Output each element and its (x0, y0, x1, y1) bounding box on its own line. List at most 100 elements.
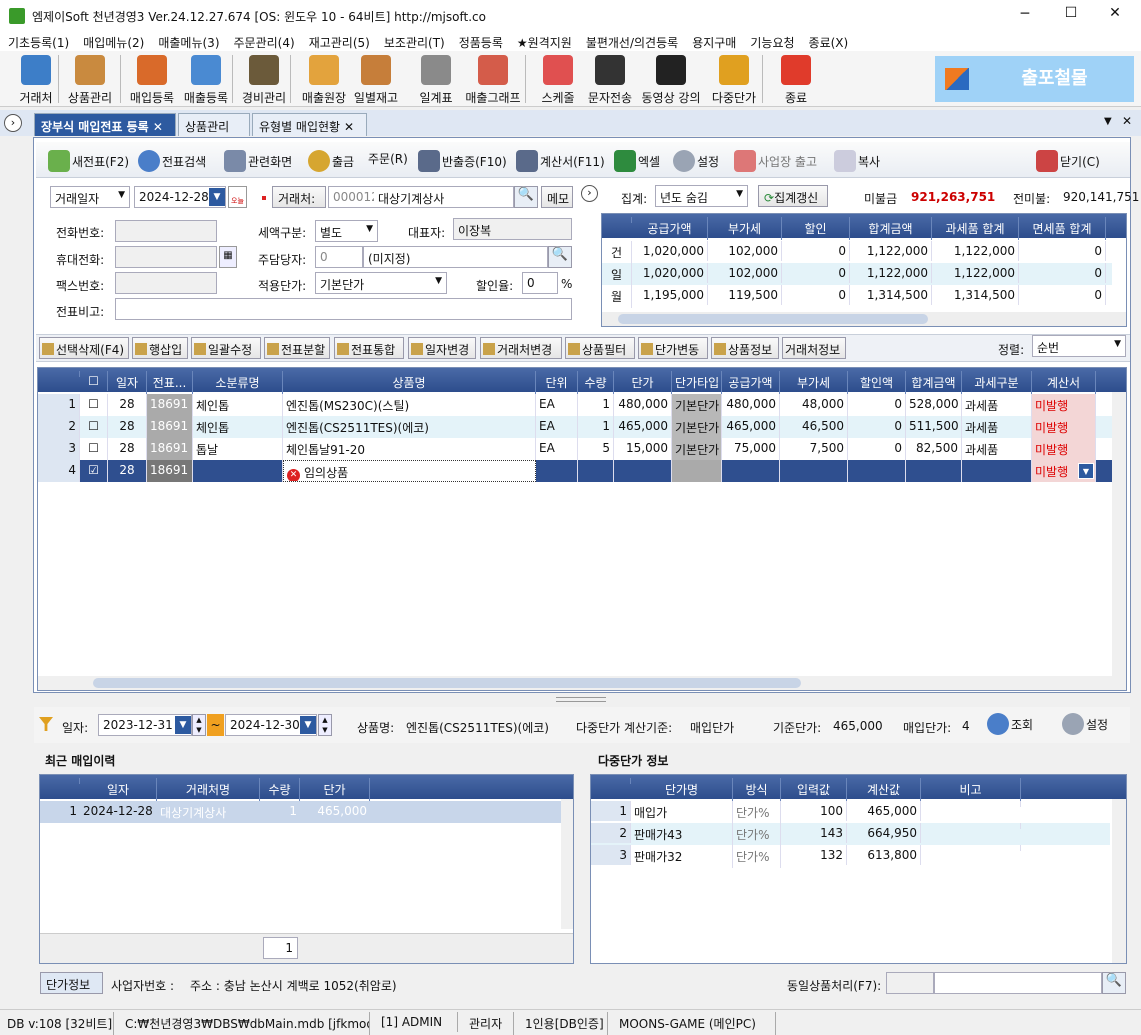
manager-search-icon[interactable]: 🔍 (548, 246, 572, 268)
grid-col-header[interactable]: 전표... (147, 371, 193, 394)
slip-search-button[interactable]: 전표검색 (138, 150, 206, 172)
menu-item-1[interactable]: 매입메뉴(2) (83, 31, 144, 51)
same-product-search-icon[interactable]: 🔍 (1102, 972, 1126, 994)
multiprice-vscrollbar[interactable] (1112, 799, 1126, 963)
toolbar-phone-sms-button[interactable]: 문자전송 (582, 53, 638, 106)
grid-col-header[interactable]: 단위 (536, 371, 578, 394)
aggregate-select[interactable]: 년도 숨김 ▼ (655, 185, 748, 207)
grid-col-header[interactable]: 소분류명 (193, 371, 283, 394)
toolbar-calendar-button[interactable]: 스케줄 (530, 53, 586, 106)
manager-code-field[interactable]: 0 (315, 246, 363, 268)
action-button-6[interactable]: 거래처변경 (480, 337, 562, 359)
action-button-1[interactable]: 행삽입 (132, 337, 188, 359)
toolbar-power-button[interactable]: 종료 (768, 53, 824, 106)
same-product-code[interactable] (886, 972, 934, 994)
from-spin-icon[interactable]: ▲ ▼ (192, 714, 206, 736)
mobile-field[interactable] (115, 246, 217, 268)
menu-item-3[interactable]: 주문관리(4) (234, 31, 295, 51)
sort-select[interactable]: 순번 ▼ (1032, 335, 1126, 357)
same-product-field[interactable] (934, 972, 1102, 994)
toolbar-stock-button[interactable]: 일별재고 (348, 53, 404, 106)
date-dropdown-icon[interactable]: ▼ (209, 188, 225, 206)
action-button-9[interactable]: 상품정보 (711, 337, 779, 359)
history-to-date[interactable]: 2024-12-30 ▼ (225, 714, 317, 736)
menu-item-2[interactable]: 매출메뉴(3) (158, 31, 219, 51)
refresh-aggregate-button[interactable]: ⟳집계갱신 (758, 185, 828, 207)
summary-row[interactable]: 월 1,195,000 119,500 0 1,314,500 1,314,500 0 (602, 285, 1112, 308)
grid-col-header[interactable]: 공급가액 (722, 371, 780, 394)
grid-col-header[interactable]: 단가 (614, 371, 672, 394)
grid-col-header[interactable]: 계산서 (1032, 371, 1096, 394)
history-vscrollbar[interactable] (561, 799, 573, 929)
menu-item-8[interactable]: 불편개선/의견등록 (586, 31, 678, 51)
table-row[interactable]: 3 ☐ 28 18691 톱날 체인톱날91-20 EA 5 15,000 기본단가 75,000 7… (38, 438, 1112, 460)
menu-item-11[interactable]: 종료(X) (809, 31, 849, 51)
price-type-select[interactable]: 기본단가 ▼ (315, 272, 447, 294)
grid-col-header[interactable]: 일자 (108, 371, 147, 394)
close-tab-icon[interactable]: ✕ (344, 120, 354, 134)
expand-icon[interactable]: › (581, 185, 598, 202)
withdraw-button[interactable]: 출금 (308, 150, 354, 172)
toolbar-video-button[interactable]: 동영상 강의 (638, 53, 704, 106)
manager-name-field[interactable]: (미지정) (363, 246, 548, 268)
copy-button[interactable]: 복사 (834, 150, 880, 172)
cell-dropdown-icon[interactable]: ▼ (1078, 463, 1094, 479)
grid-col-header[interactable]: 부가세 (780, 371, 848, 394)
summary-scroll-thumb[interactable] (618, 314, 928, 324)
action-button-7[interactable]: 상품필터 (565, 337, 635, 359)
multiprice-row[interactable]: 1 매입가 단가% 100 465,000 (591, 801, 1110, 824)
vendor-name-field[interactable]: 대상기계상사 (374, 186, 514, 208)
grid-col-header[interactable]: 합계금액 (906, 371, 962, 394)
close-all-tabs-icon[interactable]: ✕ (1122, 114, 1132, 128)
summary-row[interactable]: 일 1,020,000 102,000 0 1,122,000 1,122,000 0 (602, 263, 1112, 286)
tab-list-icon[interactable]: ▼ (1104, 116, 1112, 127)
return-slip-button[interactable]: 반출증(F10) (418, 150, 507, 172)
grid-cell[interactable]: ☐ (80, 394, 108, 416)
tax-invoice-button[interactable]: 계산서(F11) (516, 150, 605, 172)
menu-item-9[interactable]: 용지구매 (692, 31, 736, 51)
order-button[interactable]: 주문(R) (368, 150, 408, 167)
toolbar-daily-report-button[interactable]: 일계표 (408, 53, 464, 106)
table-row[interactable]: 4 ☑ 28 18691 ✕ 임의상품 미발행 ▼ (38, 460, 1112, 482)
menu-item-4[interactable]: 재고관리(5) (309, 31, 370, 51)
fax-field[interactable] (115, 272, 217, 294)
grid-col-header[interactable]: 수량 (578, 371, 614, 394)
price-info-button[interactable]: 단가정보 (40, 972, 103, 994)
toolbar-money-bag-button[interactable]: 경비관리 (236, 53, 292, 106)
calendar-today-button[interactable]: 오늘 (228, 186, 247, 208)
related-screen-button[interactable]: 관련화면 (224, 150, 292, 172)
promo-banner[interactable]: 출포철물 (935, 56, 1134, 102)
history-settings-button[interactable]: 설정 (1062, 713, 1108, 735)
calculator-icon[interactable]: ▦ (219, 246, 237, 268)
menu-item-7[interactable]: ★원격지원 (517, 31, 572, 51)
toolbar-boxes-button[interactable]: 상품관리 (62, 53, 118, 106)
toolbar-house-out-button[interactable]: 매출등록 (178, 53, 234, 106)
action-button-2[interactable]: 일괄수정 (191, 337, 261, 359)
to-spin-icon[interactable]: ▲ ▼ (318, 714, 332, 736)
table-row[interactable]: 2 ☐ 28 18691 체인톱 엔진톱(CS2511TES)(에코) EA 1 465,000… (38, 416, 1112, 438)
maximize-button[interactable]: ☐ (1056, 5, 1086, 21)
branch-out-button[interactable]: 사업장 출고 (734, 150, 817, 172)
memo-button[interactable]: 메모 (541, 186, 573, 208)
date-dropdown-icon[interactable]: ▼ (175, 716, 191, 734)
query-button[interactable]: 조회 (987, 713, 1033, 735)
multiprice-row[interactable]: 3 판매가32 단가% 132 613,800 (591, 845, 1110, 868)
action-button-8[interactable]: 단가변동 (638, 337, 708, 359)
grid-col-header[interactable] (38, 371, 80, 377)
action-button-4[interactable]: 전표통합 (334, 337, 404, 359)
grid-cell[interactable]: ☑ (80, 460, 108, 482)
toolbar-multi-price-button[interactable]: 다중단가 (704, 53, 764, 106)
action-button-5[interactable]: 일자변경 (408, 337, 476, 359)
action-button-3[interactable]: 전표분할 (264, 337, 330, 359)
sidebar-toggle-icon[interactable]: › (4, 114, 22, 132)
toolbar-house-in-button[interactable]: 매입등록 (124, 53, 180, 106)
table-row[interactable]: 1 ☐ 28 18691 체인톱 엔진톱(MS230C)(스틸) EA 1 480,000 기본단… (38, 394, 1112, 416)
tab-product-management[interactable]: 상품관리 ✕ (178, 113, 250, 149)
grid-col-header[interactable]: 단가타입 (672, 371, 722, 394)
close-form-button[interactable]: 닫기(C) (1036, 150, 1100, 172)
phone-field[interactable] (115, 220, 217, 242)
ceo-field[interactable]: 이장복 (453, 218, 572, 240)
multiprice-row[interactable]: 2 판매가43 단가% 143 664,950 (591, 823, 1110, 846)
history-row[interactable]: 1 2024-12-28 대상기계상사 1 465,000 (40, 801, 561, 823)
note-field[interactable] (115, 298, 572, 320)
